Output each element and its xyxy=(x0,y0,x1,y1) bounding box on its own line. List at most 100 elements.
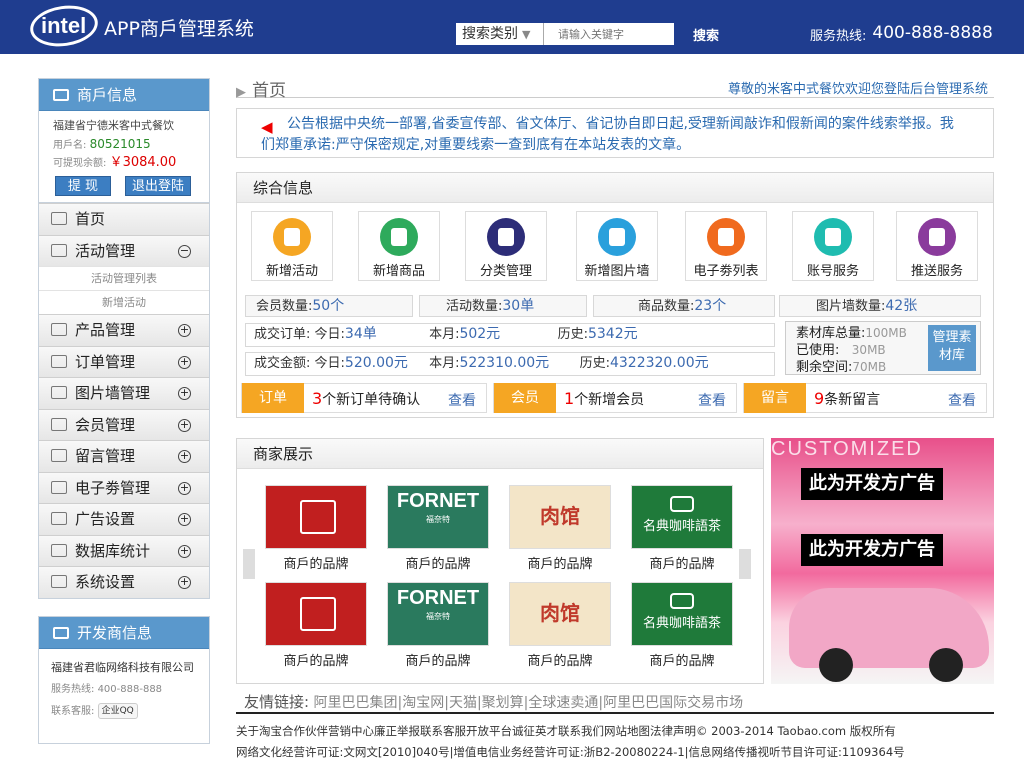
brand-card[interactable]: 商戶的品牌 xyxy=(264,582,368,669)
folder-icon xyxy=(51,449,67,462)
submenu-activity-list[interactable]: 活动管理列表 xyxy=(39,266,209,290)
quick-add-photo-wall[interactable]: 新增图片墙 xyxy=(576,211,658,281)
menu-item-database[interactable]: 数据库统计 + xyxy=(39,534,209,566)
menu-item-products[interactable]: 产品管理 + xyxy=(39,314,209,346)
expand-icon[interactable]: + xyxy=(178,355,191,369)
next-arrow-icon[interactable] xyxy=(739,549,751,579)
alert-members: 会员 1个新增会员 查看 xyxy=(493,383,737,413)
breadcrumb-home[interactable]: 首页 xyxy=(252,81,286,101)
qq-button[interactable]: 企业QQ xyxy=(97,703,138,719)
menu-item-coupons[interactable]: 电子劵管理 + xyxy=(39,471,209,503)
brand-card[interactable]: FORNET 福奈特 商戶的品牌 xyxy=(386,582,490,669)
brand-logo-mingdian: 名典咖啡語茶 xyxy=(631,582,733,646)
shirt-icon xyxy=(273,218,311,256)
quick-account-service[interactable]: 账号服务 xyxy=(792,211,874,281)
top-header: intel APP商戶管理系统 搜索类别▼ 搜索 服务热线:400-888-88… xyxy=(0,0,1024,54)
menu-item-ads[interactable]: 广告设置 + xyxy=(39,503,209,535)
monitor-icon xyxy=(51,243,67,257)
speaker-icon: ◀ xyxy=(261,118,273,136)
menu-item-members[interactable]: 会员管理 + xyxy=(39,408,209,440)
stat-members: 会员数量:50个 xyxy=(245,295,413,317)
menu-item-orders[interactable]: 订单管理 + xyxy=(39,345,209,377)
developer-ad[interactable]: CUSTOMIZED 此为开发方广告 此为开发方广告 xyxy=(771,438,994,684)
welcome-text: 尊敬的米客中式餐饮欢迎您登陆后台管理系统 xyxy=(727,82,988,97)
search-bar: 搜索类别 ▼ xyxy=(456,23,674,45)
withdraw-button[interactable]: 提 现 xyxy=(55,176,111,196)
list-icon xyxy=(51,575,67,588)
collapse-icon[interactable]: − xyxy=(178,244,191,258)
view-messages-link[interactable]: 查看 xyxy=(948,390,976,410)
expand-icon[interactable]: + xyxy=(178,513,191,526)
brand-card[interactable]: 名典咖啡語茶 商戶的品牌 xyxy=(630,582,734,669)
hat-icon xyxy=(487,218,525,256)
stat-products: 商品数量:23个 xyxy=(593,295,775,317)
quick-push-service[interactable]: 推送服务 xyxy=(896,211,978,281)
brand-card[interactable]: 商戶的品牌 xyxy=(264,485,368,572)
brand-logo-fornet: FORNET 福奈特 xyxy=(387,582,489,646)
view-members-link[interactable]: 查看 xyxy=(698,390,726,410)
expand-icon[interactable]: + xyxy=(178,450,191,463)
menu-item-photo-wall[interactable]: 图片墙管理 + xyxy=(39,377,209,409)
footer-line-1: 关于淘宝合作伙伴营销中心廉正举报联系客服开放平台诚征英才联系我们网站地图法律声明… xyxy=(236,724,896,738)
logout-button[interactable]: 退出登陆 xyxy=(125,176,191,196)
shoes-icon xyxy=(918,218,956,256)
dropdown-arrow-icon: ▼ xyxy=(522,28,531,41)
quick-coupon-list[interactable]: 电子劵列表 xyxy=(685,211,767,281)
brand-logo-red xyxy=(265,582,367,646)
pointer-icon xyxy=(51,386,67,399)
search-button[interactable]: 搜索 xyxy=(693,25,719,44)
menu-item-home[interactable]: 首页 xyxy=(39,203,209,235)
section-title: 商家展示 xyxy=(237,439,763,469)
menu-item-system[interactable]: 系统设置 + xyxy=(39,566,209,598)
chat-icon xyxy=(53,627,69,639)
expand-icon[interactable]: + xyxy=(178,544,191,558)
underwear-icon xyxy=(814,218,852,256)
brand-logo-red xyxy=(265,485,367,549)
brand-card[interactable]: 肉馆 商戶的品牌 xyxy=(508,485,612,572)
alert-orders: 订单 3个新订单待确认 查看 xyxy=(241,383,487,413)
friend-links-list[interactable]: 阿里巴巴集团|淘宝网|天猫|聚划算|全球速卖通|阿里巴巴国际交易市场 xyxy=(314,695,744,711)
expand-icon[interactable]: + xyxy=(178,418,191,432)
quick-add-product[interactable]: 新增商品 xyxy=(358,211,440,281)
material-library: 素材库总量:100MB 已使用: 30MB 剩余空间:70MB 管理素材库 xyxy=(785,321,981,375)
ad-label: 此为开发方广告 xyxy=(801,468,943,500)
quick-categories[interactable]: 分类管理 xyxy=(465,211,547,281)
search-category-select[interactable]: 搜索类别 ▼ xyxy=(456,23,544,45)
ad-label: 此为开发方广告 xyxy=(801,534,943,566)
submenu-add-activity[interactable]: 新增活动 xyxy=(39,290,209,314)
merchant-showcase: 商家展示 商戶的品牌 FORNET 福奈特 商戶的品牌 肉馆 商戶的品牌 名典咖啡語茶… xyxy=(236,438,764,684)
alert-messages: 留言 9条新留言 查看 xyxy=(743,383,987,413)
brand-card[interactable]: 肉馆 商戶的品牌 xyxy=(508,582,612,669)
tshirt-icon xyxy=(707,218,745,256)
developer-info-box: 开发商信息 福建省君临网络科技有限公司 服务热线: 400-888-888 联系… xyxy=(38,616,210,744)
manage-material-button[interactable]: 管理素材库 xyxy=(928,325,976,371)
settings-icon xyxy=(51,323,67,336)
brand-card[interactable]: FORNET 福奈特 商戶的品牌 xyxy=(386,485,490,572)
merchant-name: 福建省宁德米客中式餐饮 xyxy=(53,119,174,132)
menu-item-activity[interactable]: 活动管理 − xyxy=(39,234,209,266)
merchant-info-box: 商戶信息 福建省宁德米客中式餐饮 用戶名: 80521015 可提现余额: ￥3… xyxy=(38,78,210,203)
prev-arrow-icon[interactable] xyxy=(243,549,255,579)
home-icon xyxy=(51,212,67,225)
app-title: APP商戶管理系统 xyxy=(104,18,254,40)
stat-activities: 活动数量:30单 xyxy=(419,295,587,317)
expand-icon[interactable]: + xyxy=(178,481,191,495)
stat-orders: 成交订单: 今日:34单 本月:502元 历史:5342元 xyxy=(245,323,775,347)
expand-icon[interactable]: + xyxy=(178,576,191,589)
car-image xyxy=(789,588,989,682)
expand-icon[interactable]: + xyxy=(178,324,191,337)
brand-logo-rouguan: 肉馆 xyxy=(509,485,611,549)
view-orders-link[interactable]: 查看 xyxy=(448,390,476,410)
database-icon xyxy=(51,543,67,557)
alert-tag: 订单 xyxy=(242,383,304,413)
document-icon xyxy=(51,512,67,525)
brand-card[interactable]: 名典咖啡語茶 商戶的品牌 xyxy=(630,485,734,572)
intel-logo[interactable]: intel xyxy=(27,1,101,51)
alert-tag: 留言 xyxy=(744,383,806,413)
search-input[interactable] xyxy=(544,23,674,45)
user-id: 80521015 xyxy=(89,137,151,151)
expand-icon[interactable]: + xyxy=(178,387,191,400)
quick-add-activity[interactable]: 新增活动 xyxy=(251,211,333,281)
menu-item-messages[interactable]: 留言管理 + xyxy=(39,440,209,472)
developer-company: 福建省君临网络科技有限公司 xyxy=(51,661,194,674)
